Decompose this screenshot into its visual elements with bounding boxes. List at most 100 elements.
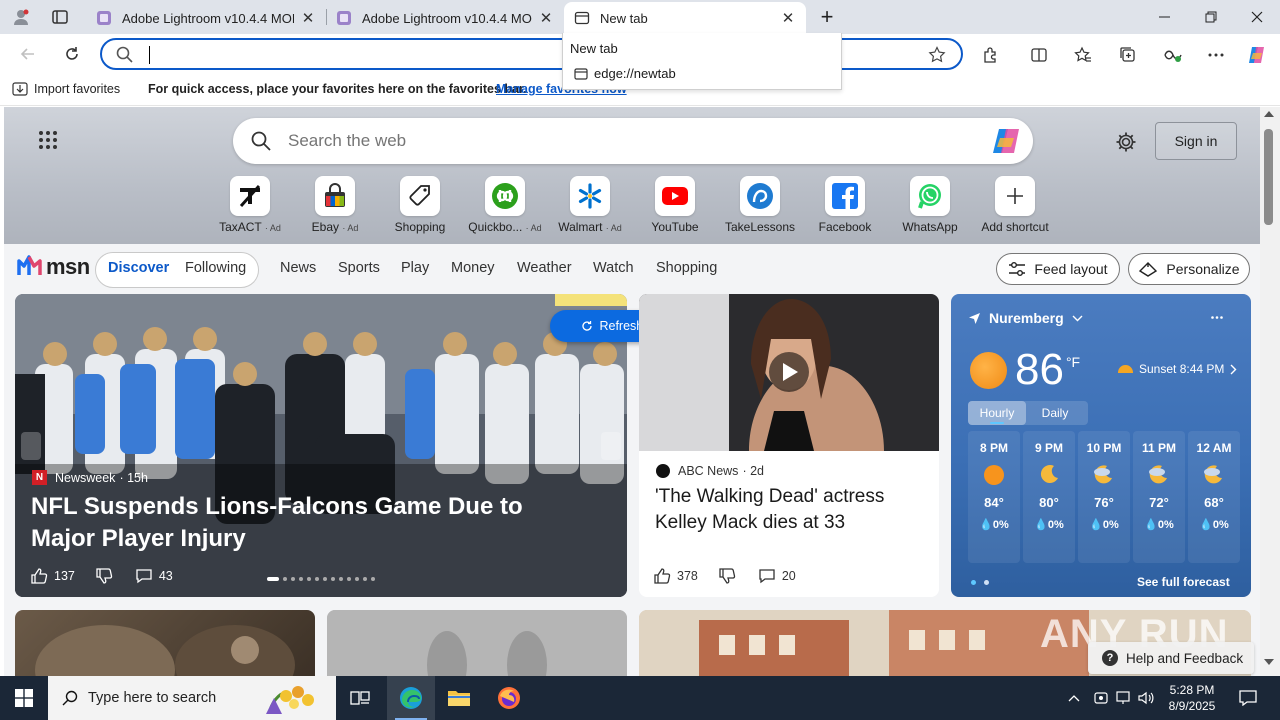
extensions-icon[interactable] (976, 40, 1006, 70)
tab-discover[interactable]: Discover (108, 260, 169, 276)
tab-lightroom-2[interactable]: Adobe Lightroom v10.4.4 MOD APK ✕ (326, 2, 564, 34)
forecast-hour[interactable]: 11 PM 72° 💧0% (1133, 431, 1185, 563)
comment-icon[interactable] (758, 568, 776, 584)
dislike-icon[interactable] (95, 567, 113, 585)
taskbar-clock[interactable]: 5:28 PM 8/9/2025 (1160, 682, 1224, 714)
nav-play[interactable]: Play (401, 260, 429, 276)
tab-lightroom-1[interactable]: Adobe Lightroom v10.4.4 MOD APK ✕ (86, 2, 326, 34)
copilot-icon[interactable] (991, 126, 1023, 156)
scroll-down-arrow-icon[interactable] (1264, 659, 1274, 665)
sign-in-button[interactable]: Sign in (1155, 122, 1237, 160)
prev-arrow-icon[interactable] (21, 432, 41, 460)
web-search-input[interactable] (288, 130, 888, 152)
browser-essentials-icon[interactable] (1158, 40, 1188, 70)
scrollbar-thumb[interactable] (1264, 129, 1273, 225)
settings-gear-icon[interactable] (1115, 131, 1137, 153)
split-screen-icon[interactable] (1024, 40, 1054, 70)
back-button[interactable] (12, 38, 44, 70)
quick-link-takelessons[interactable]: TakeLessons (718, 174, 802, 234)
new-tab-button[interactable]: + (814, 4, 840, 29)
start-button[interactable] (0, 676, 48, 720)
more-options-icon[interactable] (1211, 316, 1223, 319)
close-window-button[interactable] (1234, 0, 1280, 34)
nav-money[interactable]: Money (451, 260, 495, 276)
like-icon[interactable] (653, 567, 671, 585)
forecast-hour[interactable]: 8 PM 84° 💧0% (968, 431, 1020, 563)
quick-link-youtube[interactable]: YouTube (633, 174, 717, 234)
add-shortcut-button[interactable]: Add shortcut (973, 174, 1057, 234)
page-scrollbar[interactable] (1260, 107, 1280, 676)
tab-hourly[interactable]: Hourly (968, 401, 1026, 425)
quick-link-whatsapp[interactable]: WhatsApp (888, 174, 972, 234)
firefox-icon (498, 687, 520, 709)
collections-icon[interactable] (1113, 40, 1143, 70)
sign-in-label: Sign in (1174, 133, 1218, 149)
apps-grid-icon[interactable] (38, 130, 58, 150)
forecast-hour[interactable]: 9 PM 80° 💧0% (1023, 431, 1075, 563)
import-favorites-button[interactable]: Import favorites (12, 82, 120, 96)
quick-link-taxact[interactable]: TaxACT · Ad (208, 174, 292, 234)
forecast-hour[interactable]: 12 AM 68° 💧0% (1188, 431, 1240, 563)
story-headline[interactable]: 'The Walking Dead' actress Kelley Mack d… (655, 484, 927, 536)
taskbar-search-box[interactable]: Type here to search (48, 676, 336, 720)
refresh-button[interactable] (56, 38, 88, 70)
quick-link-quickbooks[interactable]: Quickbo... · Ad (463, 174, 547, 234)
network-icon[interactable] (1116, 691, 1130, 705)
close-icon[interactable]: ✕ (780, 10, 796, 27)
help-feedback-button[interactable]: ? Help and Feedback (1088, 642, 1254, 674)
volume-icon[interactable] (1138, 691, 1154, 705)
tab-new-tab[interactable]: New tab ✕ (564, 2, 806, 34)
quick-link-shopping[interactable]: Shopping (378, 174, 462, 234)
taskbar-firefox[interactable] (485, 676, 533, 720)
weather-location[interactable]: Nuremberg (968, 310, 1083, 326)
story-card-monkeys[interactable] (15, 610, 315, 676)
nav-shopping[interactable]: Shopping (656, 260, 717, 276)
minimize-button[interactable] (1142, 0, 1188, 34)
tab-actions-icon[interactable] (48, 6, 72, 28)
tab-daily[interactable]: Daily (1026, 401, 1084, 425)
profile-icon[interactable] (8, 5, 34, 29)
quick-link-facebook[interactable]: Facebook (803, 174, 887, 234)
suggestion-title[interactable]: New tab (570, 41, 618, 56)
nav-news[interactable]: News (280, 260, 316, 276)
next-arrow-icon[interactable] (601, 432, 621, 460)
play-icon[interactable] (769, 352, 809, 392)
task-view-button[interactable] (336, 676, 384, 720)
favorites-icon[interactable] (1068, 40, 1098, 70)
restore-button[interactable] (1188, 0, 1234, 34)
quick-link-ebay[interactable]: Ebay · Ad (293, 174, 377, 234)
forecast-hour[interactable]: 10 PM 76° 💧0% (1078, 431, 1130, 563)
quick-link-walmart[interactable]: Walmart · Ad (548, 174, 632, 234)
comment-icon[interactable] (135, 568, 153, 584)
chevron-up-icon[interactable] (1068, 694, 1080, 702)
second-story-card[interactable]: ABC News · 2d 'The Walking Dead' actress… (639, 294, 939, 597)
close-icon[interactable]: ✕ (538, 10, 554, 27)
personalize-button[interactable]: Personalize (1128, 253, 1250, 285)
people-icon[interactable] (1094, 691, 1108, 705)
main-story-card[interactable]: N Newsweek · 15h NFL Suspends Lions-Falc… (15, 294, 627, 597)
tab-following[interactable]: Following (185, 260, 246, 276)
close-icon[interactable]: ✕ (300, 10, 316, 27)
like-count: 137 (54, 569, 75, 583)
favorite-star-icon[interactable] (928, 46, 946, 64)
taskbar-file-explorer[interactable] (435, 676, 483, 720)
copilot-icon[interactable] (1242, 40, 1272, 70)
taskbar-edge[interactable] (387, 676, 435, 720)
sunset-info[interactable]: Sunset 8:44 PM (1118, 362, 1237, 376)
dislike-icon[interactable] (718, 567, 736, 585)
weather-card[interactable]: Nuremberg 86 °F Sunset 8:44 PM Hourly Da… (951, 294, 1251, 597)
nav-weather[interactable]: Weather (517, 260, 572, 276)
scroll-up-arrow-icon[interactable] (1264, 111, 1274, 117)
settings-more-icon[interactable] (1201, 40, 1231, 70)
feed-layout-button[interactable]: Feed layout (996, 253, 1120, 285)
suggestion-url-row[interactable]: edge://newtab (574, 66, 676, 81)
notifications-button[interactable] (1228, 676, 1268, 720)
msn-logo[interactable]: msn (16, 254, 90, 280)
see-full-forecast-link[interactable]: See full forecast (1137, 575, 1230, 589)
nav-sports[interactable]: Sports (338, 260, 380, 276)
story-headline[interactable]: NFL Suspends Lions-Falcons Game Due to M… (31, 491, 591, 555)
nav-watch[interactable]: Watch (593, 260, 634, 276)
story-card-footprints[interactable] (327, 610, 627, 676)
web-search-box[interactable] (233, 118, 1033, 164)
like-icon[interactable] (30, 567, 48, 585)
